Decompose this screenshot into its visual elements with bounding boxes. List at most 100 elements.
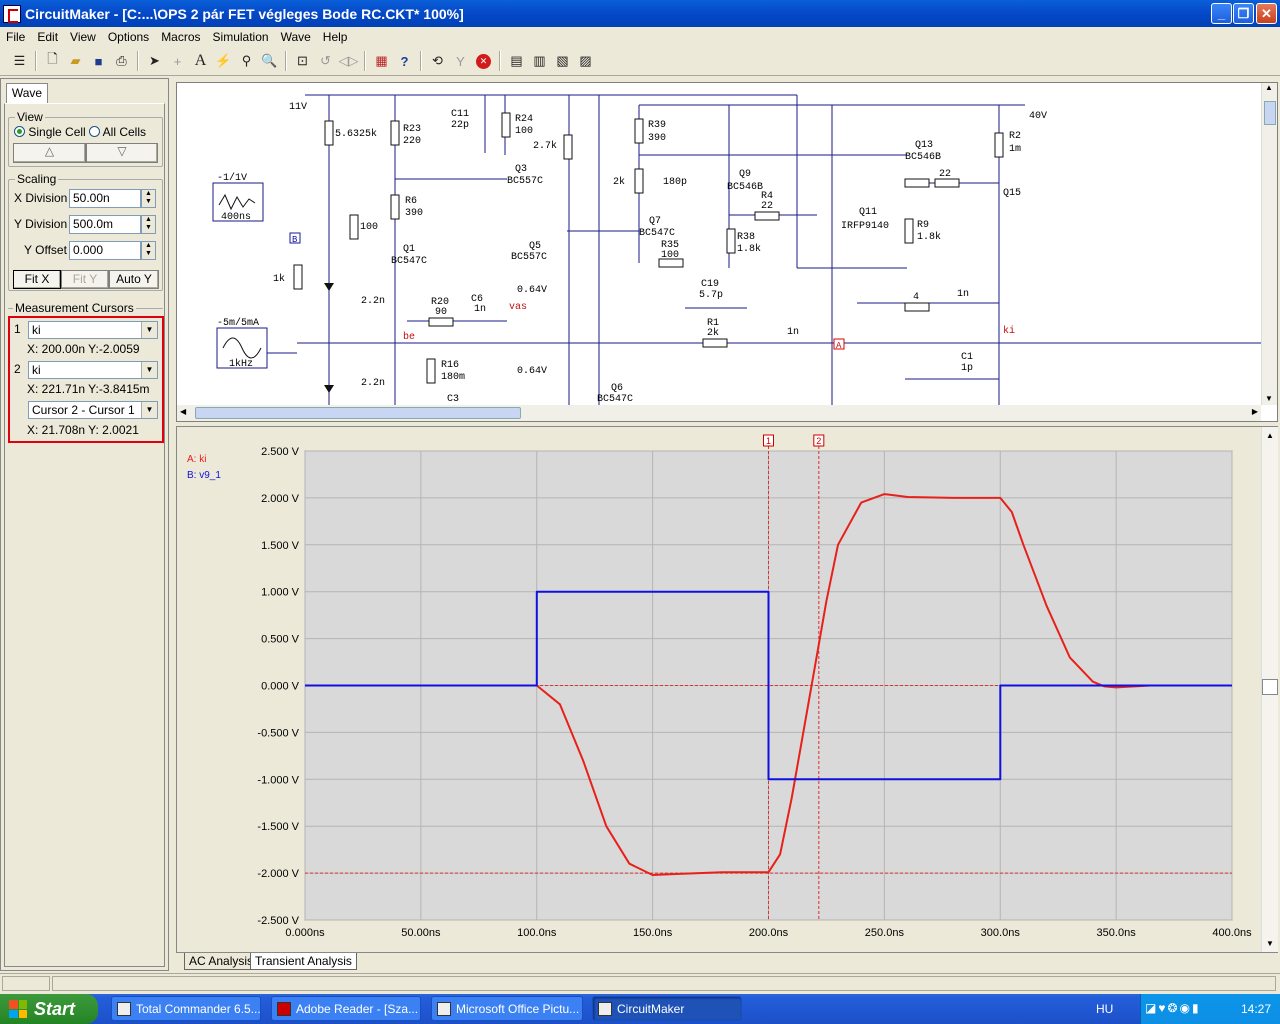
cell-down-button[interactable]: ▽ — [86, 143, 158, 163]
x-division-spinner[interactable]: ▲ ▼ — [141, 189, 156, 208]
all-cells-radio[interactable]: All Cells — [89, 125, 146, 139]
menu-simulation[interactable]: Simulation — [207, 28, 275, 46]
schematic-label: 40V — [1029, 111, 1047, 122]
schematic-view[interactable]: 11V 5.6325k R23 220 C11 22p R24 100 Q3 B… — [176, 82, 1278, 422]
schematic-vscroll[interactable]: ▲ ▼ — [1261, 83, 1277, 405]
cursor-readout-box: 1 ki ▼ X: 200.00n Y:-2.0059 2 ki ▼ X: 221.… — [8, 316, 164, 443]
help-icon[interactable]: ? — [393, 50, 416, 72]
cursor1-trace-select[interactable]: ki ▼ — [28, 321, 158, 339]
x-tick-label: 150.0ns — [633, 927, 673, 939]
y-offset-spinner[interactable]: ▲ ▼ — [141, 241, 156, 260]
maximize-button[interactable]: ❐ — [1233, 3, 1254, 24]
schematic-label: 2k — [613, 176, 625, 188]
toggle-panel-icon[interactable]: ☰ — [8, 50, 31, 72]
mirror-icon[interactable]: ◁▷ — [337, 50, 360, 72]
schematic-label: 2.2n — [361, 378, 385, 389]
waveform-chart[interactable]: 0.000ns 50.00ns 100.0ns 150.0ns 200.0ns 250.0… — [177, 427, 1261, 952]
minimize-button[interactable]: _ — [1211, 3, 1232, 24]
schematic-label: R2 — [1009, 131, 1021, 142]
step-icon[interactable]: Y — [449, 50, 472, 72]
menu-edit[interactable]: Edit — [31, 28, 64, 46]
x-tick-label: 200.0ns — [749, 927, 789, 939]
schematic-label: 2.2n — [361, 296, 385, 307]
arrow-tool-icon[interactable]: ➤ — [143, 50, 166, 72]
start-label: Start — [34, 999, 76, 1019]
y-division-spinner[interactable]: ▲ ▼ — [141, 215, 156, 234]
cursor-diff-select[interactable]: Cursor 2 - Cursor 1 ▼ — [28, 401, 158, 419]
all-cells-label: All Cells — [102, 125, 147, 139]
tray-icons[interactable]: ◪♥❂◉▮ — [1145, 1001, 1201, 1015]
probe-tool-icon[interactable]: ⚡ — [212, 50, 235, 72]
schematic-label: 220 — [403, 136, 421, 147]
schematic-hscroll[interactable]: ◀ ▶ — [177, 405, 1261, 421]
analysis-icon-2[interactable]: ▥ — [528, 50, 551, 72]
auto-y-button[interactable]: Auto Y — [109, 270, 159, 289]
schematic-label: 1.8k — [737, 243, 761, 255]
probe-icon[interactable]: ⚲ — [235, 50, 258, 72]
schematic-label: 2.7k — [533, 140, 557, 152]
wire-tool-icon[interactable]: + — [166, 50, 189, 72]
menu-view[interactable]: View — [64, 28, 102, 46]
language-indicator[interactable]: HU — [1096, 1002, 1113, 1016]
schematic-label: vas — [509, 302, 527, 313]
menu-file[interactable]: File — [0, 28, 31, 46]
menu-options[interactable]: Options — [102, 28, 155, 46]
waveform-vscroll[interactable]: ▲ ▼ — [1261, 427, 1278, 952]
open-folder-icon[interactable]: ▰ — [64, 50, 87, 72]
cell-up-button[interactable]: △ — [13, 143, 86, 163]
menu-help[interactable]: Help — [317, 28, 354, 46]
waveform-view[interactable]: 0.000ns 50.00ns 100.0ns 150.0ns 200.0ns 250.0… — [176, 426, 1278, 953]
y-tick-label: -1.000 V — [257, 774, 299, 786]
task-office-picture[interactable]: Microsoft Office Pictu... — [431, 996, 583, 1021]
x-division-input[interactable]: 50.00n — [69, 189, 141, 208]
rotate-icon[interactable]: ↺ — [314, 50, 337, 72]
task-total-commander[interactable]: Total Commander 6.5... — [111, 996, 261, 1021]
save-icon[interactable]: ■ — [87, 50, 110, 72]
schematic-label: R23 — [403, 124, 421, 135]
menu-macros[interactable]: Macros — [155, 28, 206, 46]
analysis-icon-1[interactable]: ▤ — [505, 50, 528, 72]
schematic-label: BC547C — [639, 228, 675, 239]
schematic-label: R39 — [648, 120, 666, 131]
tab-wave[interactable]: Wave — [6, 83, 48, 103]
schematic-label: 0.64V — [517, 285, 547, 296]
wave-settings-icon[interactable]: ▦ — [370, 50, 393, 72]
system-tray: ◪♥❂◉▮ 14:27 — [1140, 994, 1280, 1024]
schematic-label: BC547C — [597, 394, 633, 405]
schematic-label: 22 — [939, 169, 951, 180]
single-cell-radio[interactable]: Single Cell — [14, 125, 86, 139]
y-tick-label: 2.500 V — [261, 446, 300, 458]
y-tick-label: -2.500 V — [257, 915, 299, 927]
schematic-canvas[interactable]: 11V 5.6325k R23 220 C11 22p R24 100 Q3 B… — [177, 83, 1261, 405]
tab-transient-analysis[interactable]: Transient Analysis — [250, 953, 357, 970]
fit-x-button[interactable]: Fit X — [13, 270, 61, 289]
task-circuitmaker[interactable]: CircuitMaker — [592, 996, 742, 1021]
schematic-label: ki — [1003, 325, 1015, 337]
schematic-label: R24 — [515, 114, 533, 125]
fit-view-icon[interactable]: ⊡ — [291, 50, 314, 72]
y-tick-label: 2.000 V — [261, 493, 300, 505]
app-icon[interactable] — [3, 4, 21, 23]
print-icon[interactable]: ⎙ — [110, 50, 133, 72]
stop-icon[interactable]: ✕ — [472, 50, 495, 72]
taskbar: Start Total Commander 6.5... Adobe Reade… — [0, 994, 1280, 1024]
task-adobe-reader[interactable]: Adobe Reader - [Sza... — [271, 996, 421, 1021]
cursor2-trace-select[interactable]: ki ▼ — [28, 361, 158, 379]
analysis-icon-3[interactable]: ▧ — [551, 50, 574, 72]
analysis-icon-4[interactable]: ▨ — [574, 50, 597, 72]
tab-ac-analysis[interactable]: AC Analysis — [184, 953, 259, 970]
start-button[interactable]: Start — [0, 994, 98, 1024]
zoom-icon[interactable]: 🔍 — [258, 50, 281, 72]
text-tool-icon[interactable]: A — [189, 50, 212, 72]
reset-icon[interactable]: ⟲ — [426, 50, 449, 72]
schematic-label: BC547C — [391, 256, 427, 267]
y-offset-input[interactable]: 0.000 — [69, 241, 141, 260]
new-file-icon[interactable]: 🗋 — [41, 50, 64, 72]
fit-y-button[interactable]: Fit Y — [61, 270, 109, 289]
menu-wave[interactable]: Wave — [275, 28, 317, 46]
y-division-input[interactable]: 500.0m — [69, 215, 141, 234]
schematic-label: 100 — [360, 222, 378, 233]
schematic-label: 1n — [474, 304, 486, 315]
close-button[interactable]: ✕ — [1256, 3, 1277, 24]
schematic-label: 90 — [435, 307, 447, 318]
